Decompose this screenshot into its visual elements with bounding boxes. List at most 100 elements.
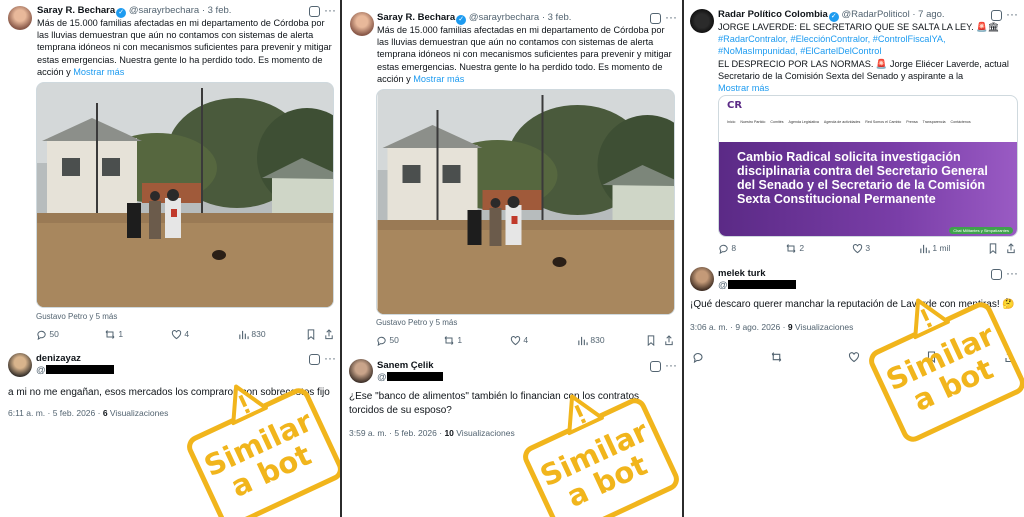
show-more-link[interactable]: Mostrar más xyxy=(718,83,769,93)
reply-icon xyxy=(37,331,46,341)
link-card[interactable]: CR Inicio Nuestro Partido Comités Agenda… xyxy=(718,95,1018,237)
card-nav-item: Prensa xyxy=(906,120,918,124)
repost-button[interactable]: 1 xyxy=(104,327,123,341)
author-handle[interactable]: @RadarPoliticol xyxy=(841,9,909,20)
grok-icon[interactable] xyxy=(309,6,320,17)
hashtags-line-2[interactable]: #NoMasImpunidad, #ElCartelDelControl xyxy=(718,46,881,56)
grok-icon[interactable] xyxy=(991,269,1002,280)
tweet-line-1: JORGE LAVERDE: EL SECRETARIO QUE SE SALT… xyxy=(718,22,1000,32)
tweet-date[interactable]: · 3 feb. xyxy=(202,5,232,16)
grok-icon[interactable] xyxy=(650,13,661,24)
grok-icon[interactable] xyxy=(991,10,1002,21)
share-button[interactable] xyxy=(664,333,674,347)
views-button[interactable]: 830 xyxy=(238,327,266,341)
like-icon xyxy=(852,244,863,254)
grok-icon[interactable] xyxy=(650,361,661,372)
author-name[interactable]: Saray R. Bechara xyxy=(377,12,455,23)
views-count: 830 xyxy=(590,335,605,345)
more-icon[interactable]: ··· xyxy=(665,359,677,371)
repost-icon xyxy=(444,336,454,346)
show-more-link[interactable]: Mostrar más xyxy=(413,74,464,84)
panel-3: Radar Político Colombia ✓ @RadarPoliticol… xyxy=(684,0,1024,517)
panel-2: Saray R. Bechara ✓ @sarayrbechara · 3 feb… xyxy=(342,0,682,517)
reply-icon xyxy=(693,352,703,363)
tweet-date[interactable]: · 3 feb. xyxy=(542,12,572,23)
main-tweet[interactable]: Saray R. Bechara ✓ @sarayrbechara · 3 feb… xyxy=(0,0,340,345)
author-handle[interactable]: @sarayrbechara xyxy=(469,12,539,23)
like-icon xyxy=(848,351,860,362)
share-button[interactable] xyxy=(324,327,334,341)
hashtags-line-1[interactable]: #RadarContralor, #ElecciónContralor, #Co… xyxy=(718,34,946,44)
author-name[interactable]: Saray R. Bechara xyxy=(37,5,115,16)
reply-timestamp[interactable]: 6:11 a. m. · 5 feb. 2026 · xyxy=(8,408,103,418)
reply-icon xyxy=(377,337,386,347)
like-button[interactable] xyxy=(848,349,860,363)
main-tweet[interactable]: Saray R. Bechara ✓ @sarayrbechara · 3 feb… xyxy=(342,0,682,350)
card-nav-item: Agenda de actividades xyxy=(823,120,861,124)
grok-icon[interactable] xyxy=(309,354,320,365)
avatar[interactable] xyxy=(8,6,32,30)
tweet-image[interactable] xyxy=(376,89,675,315)
views-icon xyxy=(578,337,588,346)
reply-author-handle[interactable]: @ xyxy=(377,372,387,383)
bookmark-button[interactable] xyxy=(306,327,316,341)
reply-author-handle[interactable]: @ xyxy=(718,280,728,291)
like-button[interactable]: 3 xyxy=(852,241,870,255)
repost-button[interactable] xyxy=(770,349,783,363)
tweet-image[interactable] xyxy=(36,82,334,308)
share-icon xyxy=(665,335,673,346)
like-count: 4 xyxy=(523,335,529,345)
like-icon xyxy=(171,330,182,340)
avatar[interactable] xyxy=(690,267,714,291)
author-handle[interactable]: @sarayrbechara xyxy=(129,5,199,16)
like-button[interactable]: 4 xyxy=(171,327,189,341)
repost-button[interactable]: 1 xyxy=(443,333,462,347)
repost-count: 1 xyxy=(118,329,124,339)
show-more-link[interactable]: Mostrar más xyxy=(73,67,124,77)
share-button[interactable] xyxy=(1006,241,1016,255)
bookmark-button[interactable] xyxy=(646,333,656,347)
card-nav-item: Red Somos el Cambio xyxy=(865,120,902,124)
reply-author-handle[interactable]: @ xyxy=(36,365,46,376)
avatar[interactable] xyxy=(350,12,374,36)
card-nav-item: Inicio xyxy=(727,120,736,124)
more-icon[interactable]: ··· xyxy=(1006,8,1018,20)
author-name[interactable]: Radar Político Colombia xyxy=(718,9,828,20)
reply-views-label: Visualizaciones xyxy=(107,408,169,418)
more-icon[interactable]: ··· xyxy=(324,4,336,16)
reply-button[interactable]: 50 xyxy=(36,327,59,341)
reply-author-name[interactable]: melek turk xyxy=(718,268,766,279)
card-nav-item: Contáctenos xyxy=(950,120,971,124)
views-button[interactable]: 830 xyxy=(577,333,605,347)
reply-count: 50 xyxy=(389,335,399,345)
views-button[interactable]: 1 mil xyxy=(919,241,950,255)
redacted-handle xyxy=(45,365,114,374)
avatar[interactable] xyxy=(8,353,32,377)
views-count: 1 mil xyxy=(932,243,951,253)
like-button[interactable]: 4 xyxy=(510,333,528,347)
more-icon[interactable]: ··· xyxy=(1006,267,1018,279)
reply-button[interactable]: 50 xyxy=(376,333,399,347)
reply-timestamp[interactable]: 3:59 a. m. · 5 feb. 2026 · xyxy=(349,428,444,438)
reply-timestamp[interactable]: 3:06 a. m. · 9 ago. 2026 · xyxy=(690,322,788,332)
like-count: 3 xyxy=(865,243,871,253)
repost-button[interactable]: 2 xyxy=(785,241,804,255)
reply-author-name[interactable]: Sanem Çelik xyxy=(377,360,434,371)
share-icon xyxy=(1007,243,1015,254)
more-icon[interactable]: ··· xyxy=(324,352,336,364)
card-nav-item: Transparencia xyxy=(922,120,946,124)
tweet-date[interactable]: · 7 ago. xyxy=(912,9,944,20)
bookmark-button[interactable] xyxy=(988,241,998,255)
tagged-users[interactable]: Gustavo Petro y 5 más xyxy=(36,312,117,321)
card-nav-item: Agenda Legislativa xyxy=(788,120,819,124)
tagged-users[interactable]: Gustavo Petro y 5 más xyxy=(376,318,457,327)
more-icon[interactable]: ··· xyxy=(665,11,677,23)
avatar[interactable] xyxy=(349,359,373,383)
reply-count: 50 xyxy=(49,329,59,339)
reply-button[interactable] xyxy=(692,349,704,363)
main-tweet[interactable]: Radar Político Colombia ✓ @RadarPoliticol… xyxy=(684,0,1024,262)
reply-button[interactable]: 8 xyxy=(718,241,736,255)
like-count: 4 xyxy=(184,329,190,339)
reply-author-name[interactable]: denizayaz xyxy=(36,353,81,364)
avatar[interactable] xyxy=(690,9,714,33)
